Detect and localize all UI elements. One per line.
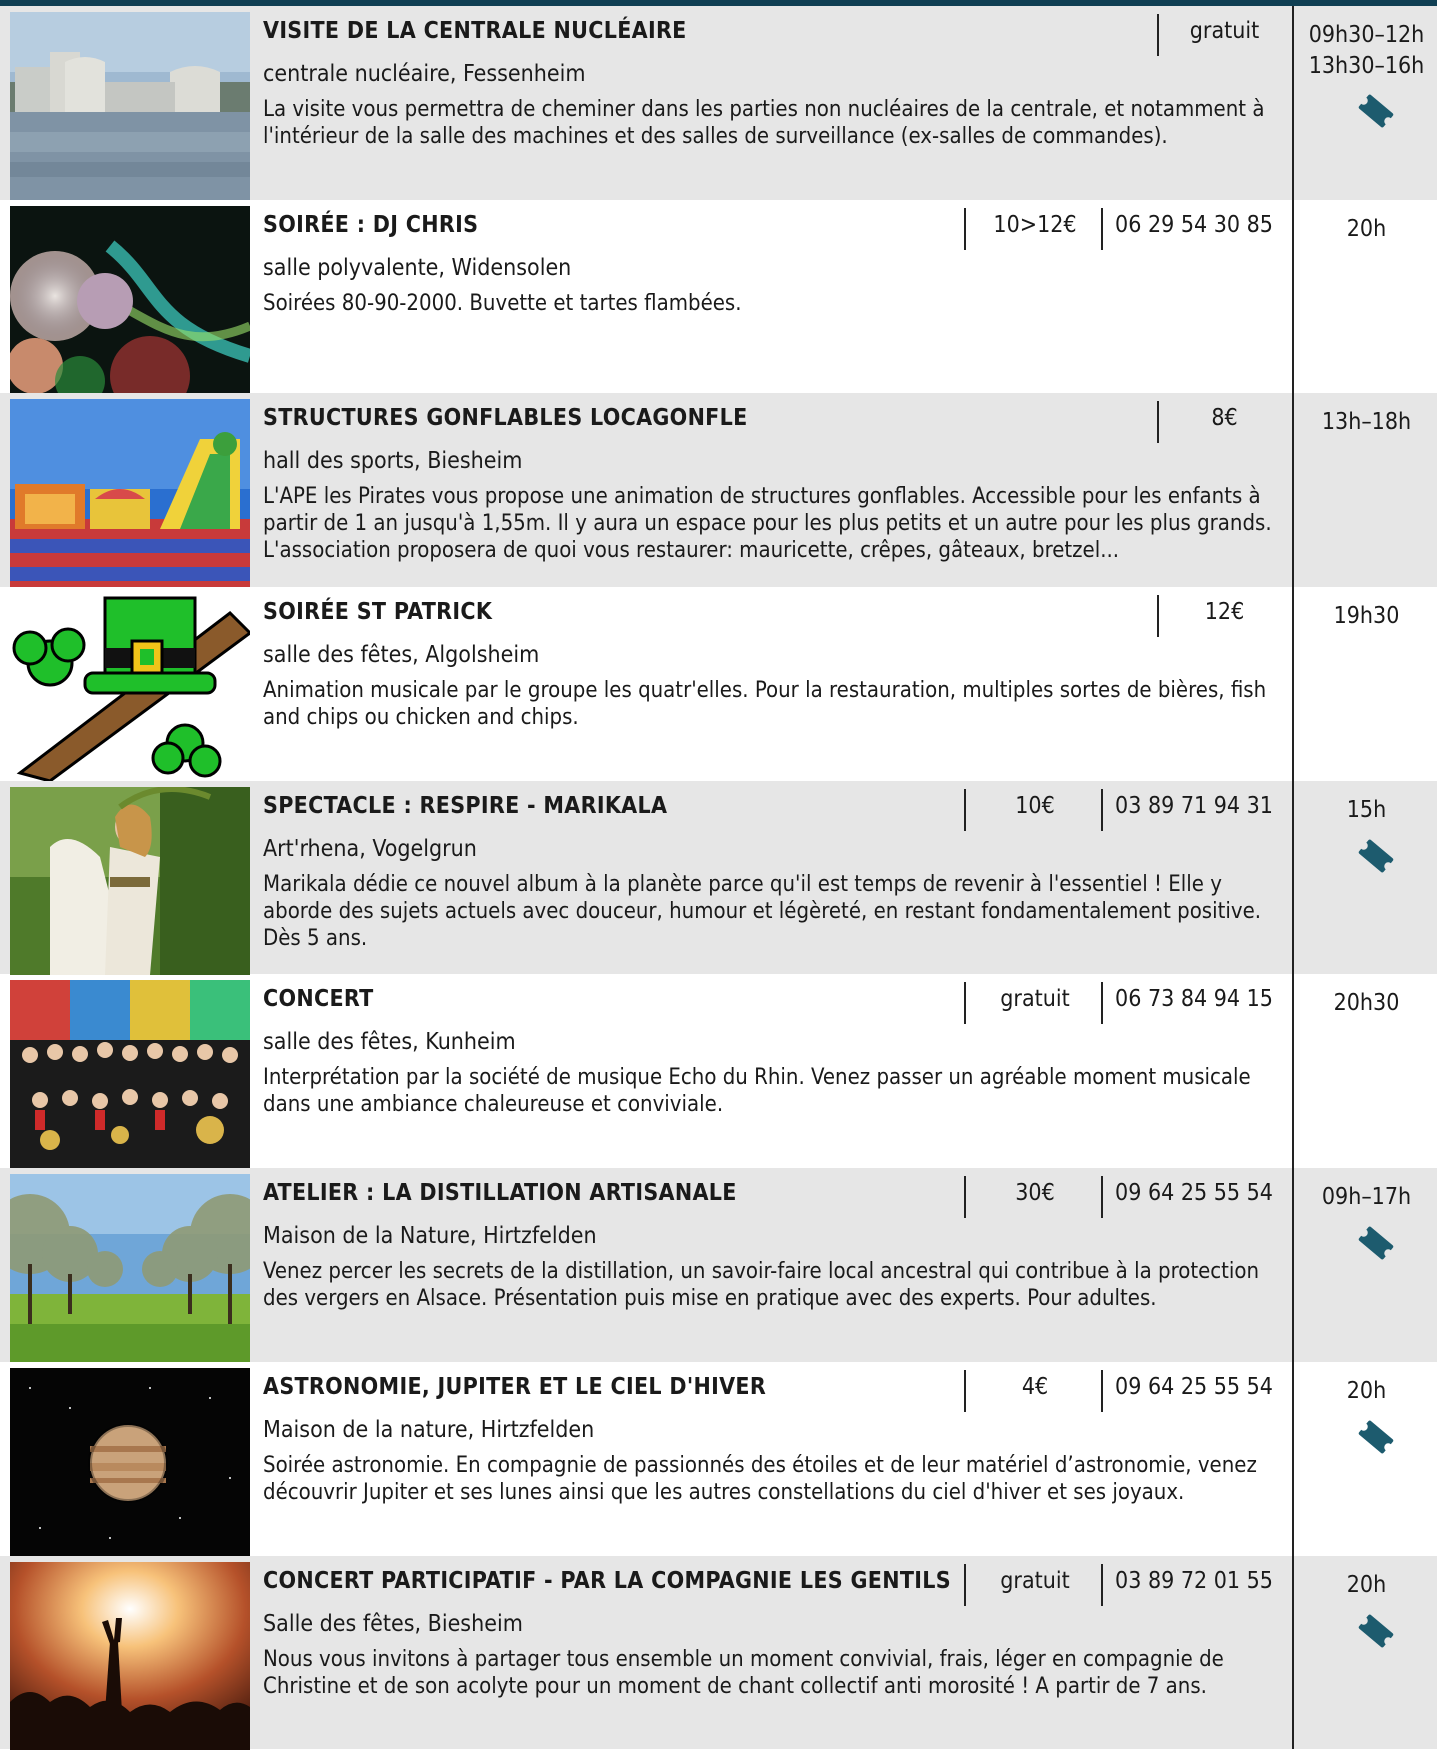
event-location: hall des sports, Biesheim [263, 448, 523, 475]
event-price: 4€ [1021, 1373, 1049, 1400]
event-time: 20h [1346, 1571, 1387, 1598]
event-time: 09h–17h [1321, 1184, 1412, 1211]
column-divider [964, 1563, 966, 1606]
time-column-divider [1292, 199, 1294, 394]
time-column-divider [1292, 780, 1294, 975]
column-divider [964, 1176, 966, 1219]
event-title: VISITE DE LA CENTRALE NUCLÉAIRE [263, 18, 687, 44]
column-divider [1101, 788, 1103, 831]
event-row: SOIRÉE : DJ CHRIS 10>12€ 06 29 54 30 85 sal… [0, 199, 1437, 394]
event-row: STRUCTURES GONFLABLES LOCAGONFLE 8€ hall d… [0, 393, 1437, 588]
time-column-divider [1292, 393, 1294, 588]
event-title: SOIRÉE : DJ CHRIS [263, 211, 479, 238]
ticket-icon[interactable] [1358, 94, 1394, 128]
event-time: 20h [1346, 215, 1387, 242]
jupiter-photo [10, 1367, 250, 1556]
event-description: Animation musicale par le groupe les qua… [263, 678, 1267, 731]
event-description: Soirées 80-90-2000. Buvette et tartes fl… [263, 290, 742, 316]
column-divider [1101, 982, 1103, 1025]
event-title: ASTRONOMIE, JUPITER ET LE CIEL D'HIVER [263, 1373, 767, 1400]
event-time: 20h [1346, 1377, 1387, 1404]
event-description: Venez percer les secrets de la distillat… [263, 1259, 1260, 1312]
event-title: ATELIER : LA DISTILLATION ARTISANALE [263, 1180, 737, 1207]
event-price: 10>12€ [993, 211, 1077, 238]
event-row: SPECTACLE : RESPIRE - MARIKALA 10€ 03 89 7… [0, 780, 1437, 975]
event-time: 20h30 [1333, 990, 1400, 1017]
ticket-icon[interactable] [1358, 1226, 1394, 1260]
event-location: Maison de la Nature, Hirtzfelden [263, 1223, 597, 1250]
bouncy-castle-photo [10, 399, 250, 588]
event-description: La visite vous permettra de cheminer dan… [263, 97, 1265, 149]
event-description: Interprétation par la société de musique… [263, 1065, 1251, 1118]
event-description: Soirée astronomie. En compagnie de passi… [263, 1452, 1257, 1505]
event-location: Art'rhena, Vogelgrun [263, 835, 477, 862]
event-phone[interactable]: 06 73 84 94 15 [1104, 986, 1284, 1012]
column-divider [964, 207, 966, 250]
event-title: CONCERT PARTICIPATIF - PAR LA COMPAGNIE … [263, 1567, 951, 1594]
brass-band-photo [10, 980, 250, 1169]
event-price: 30€ [1015, 1180, 1055, 1207]
event-row: SOIRÉE ST PATRICK 12€ salle des fêtes, Alg… [0, 587, 1437, 782]
event-location: salle des fêtes, Algolsheim [263, 642, 540, 669]
event-title: STRUCTURES GONFLABLES LOCAGONFLE [263, 405, 748, 432]
ticket-icon[interactable] [1358, 839, 1394, 873]
event-phone[interactable]: 09 64 25 55 54 [1104, 1180, 1284, 1206]
event-price: gratuit [1189, 18, 1260, 44]
event-location: salle polyvalente, Widensolen [263, 254, 572, 281]
event-phone[interactable]: 06 29 54 30 85 [1104, 212, 1284, 238]
column-divider [1157, 14, 1159, 56]
event-time: 13h–18h [1321, 409, 1412, 436]
time-column-divider [1292, 1361, 1294, 1556]
ticket-icon[interactable] [1358, 1614, 1394, 1648]
event-price: 8€ [1211, 405, 1238, 432]
time-column-divider [1292, 6, 1294, 200]
column-divider [1101, 1176, 1103, 1219]
disco-balls-photo [10, 205, 250, 394]
event-phone[interactable]: 03 89 72 01 55 [1104, 1568, 1284, 1594]
event-row: CONCERT gratuit 06 73 84 94 15 salle des fê… [0, 974, 1437, 1169]
event-list: VISITE DE LA CENTRALE NUCLÉAIRE gratuit ce… [0, 6, 1437, 1750]
event-description: Nous vous invitons à partager tous ensem… [263, 1646, 1224, 1699]
orchard-photo [10, 1174, 250, 1363]
event-location: centrale nucléaire, Fessenheim [263, 61, 586, 87]
event-price: gratuit [1000, 1567, 1070, 1594]
time-column-divider [1292, 1168, 1294, 1362]
event-title: SPECTACLE : RESPIRE - MARIKALA [263, 792, 668, 819]
column-divider [964, 982, 966, 1025]
column-divider [1101, 1563, 1103, 1606]
time-column-divider [1292, 587, 1294, 781]
event-description: L'APE les Pirates vous propose une anima… [263, 484, 1272, 564]
column-divider [964, 1369, 966, 1412]
event-price: 12€ [1204, 599, 1245, 626]
event-row: CONCERT PARTICIPATIF - PAR LA COMPAGNIE … [0, 1555, 1437, 1750]
event-location: salle des fêtes, Kunheim [263, 1029, 516, 1056]
event-price: gratuit [1000, 986, 1070, 1013]
st-patrick-hat-illustration [10, 593, 250, 782]
nuclear-plant-photo [10, 12, 250, 200]
event-row: ASTRONOMIE, JUPITER ET LE CIEL D'HIVER 4€… [0, 1361, 1437, 1556]
event-location: Salle des fêtes, Biesheim [263, 1610, 523, 1637]
singer-photo [10, 786, 250, 975]
column-divider [1157, 401, 1159, 444]
event-row: VISITE DE LA CENTRALE NUCLÉAIRE gratuit ce… [0, 6, 1437, 200]
concert-crowd-photo [10, 1561, 250, 1750]
event-price: 10€ [1015, 792, 1055, 819]
event-time: 19h30 [1333, 603, 1400, 630]
event-row: ATELIER : LA DISTILLATION ARTISANALE 30€ 0… [0, 1168, 1437, 1363]
event-title: CONCERT [263, 986, 374, 1013]
column-divider [1101, 207, 1103, 250]
column-divider [1101, 1369, 1103, 1412]
column-divider [1157, 595, 1159, 638]
ticket-icon[interactable] [1358, 1420, 1394, 1454]
event-time: 09h30–12h 13h30–16h [1308, 22, 1425, 79]
event-description: Marikala dédie ce nouvel album à la plan… [263, 871, 1262, 951]
column-divider [964, 788, 966, 831]
time-column-divider [1292, 1555, 1294, 1750]
event-time: 15h [1346, 796, 1387, 823]
event-phone[interactable]: 09 64 25 55 54 [1104, 1374, 1284, 1400]
time-column-divider [1292, 974, 1294, 1169]
event-phone[interactable]: 03 89 71 94 31 [1104, 793, 1284, 819]
event-location: Maison de la nature, Hirtzfelden [263, 1416, 595, 1443]
event-title: SOIRÉE ST PATRICK [263, 599, 493, 626]
